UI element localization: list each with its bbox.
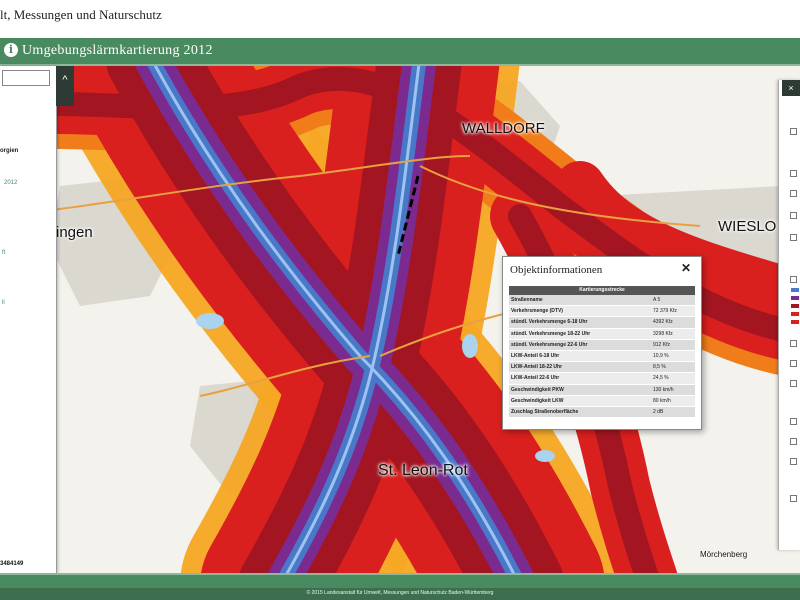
app-title: Umgebungslärmkartierung 2012 (22, 43, 213, 58)
popup-title: Objektinformationen (510, 264, 603, 276)
panel-link[interactable]: 2012 (4, 180, 17, 186)
row-value: 4392 Kfz (653, 319, 673, 326)
layer-checkbox[interactable] (790, 495, 797, 502)
row-key: LKW-Anteil 6-18 Uhr (511, 352, 560, 359)
row-value: 2 dB (653, 408, 664, 415)
layer-checkbox[interactable] (790, 458, 797, 465)
row-value: A 5 (653, 297, 661, 303)
layer-checkbox[interactable] (790, 438, 797, 445)
legend-swatch (791, 320, 799, 324)
layer-checkbox[interactable] (790, 418, 797, 425)
legend-swatch (791, 304, 799, 308)
layer-checkbox[interactable] (790, 380, 797, 387)
row-value: 8,5 % (653, 364, 666, 371)
row-value: 72 379 Kfz (653, 308, 677, 315)
row-key: Geschwindigkeit LKW (511, 397, 564, 404)
table-row: LKW-Anteil 6-18 Uhr 10,9 % (509, 350, 695, 363)
row-value: 912 Kfz (653, 341, 670, 348)
layer-checkbox[interactable] (790, 170, 797, 177)
search-input[interactable] (2, 70, 50, 86)
row-key: stündl. Verkehrsmenge 22-6 Uhr (511, 341, 588, 348)
row-key: LKW-Anteil 22-6 Uhr (511, 375, 560, 382)
table-row: Verkehrsmenge (DTV) 72 379 Kfz (509, 306, 695, 318)
table-row: LKW-Anteil 18-22 Uhr 8,5 % (509, 362, 695, 374)
site-header: lt, Messungen und Naturschutz (0, 0, 800, 38)
layer-checkbox[interactable] (790, 276, 797, 283)
place-label-ingen: ingen (56, 224, 93, 241)
table-row: Straßenname A 5 (509, 295, 695, 307)
table-row: Zuschlag Straßenoberfläche 2 dB (509, 406, 695, 419)
legend-swatch (791, 296, 799, 300)
row-key: stündl. Verkehrsmenge 6-18 Uhr (511, 319, 588, 326)
panel-item-label: orgien (0, 148, 19, 154)
row-key: stündl. Verkehrsmenge 18-22 Uhr (511, 330, 591, 337)
row-value: 3298 Kfz (653, 330, 673, 337)
place-label-st-leon-rot: St. Leon-Rot (378, 462, 468, 479)
row-key: Straßenname (511, 297, 543, 303)
coordinate-readout: 3484149 (0, 561, 24, 567)
legend-swatch (791, 312, 799, 316)
layer-checkbox[interactable] (790, 128, 797, 135)
table-row: Geschwindigkeit LKW 80 km/h (509, 395, 695, 407)
layer-checkbox[interactable] (790, 234, 797, 241)
info-icon[interactable]: i (4, 43, 18, 57)
object-info-table: Kartierungsstrecke Straßenname A 5 Verkehr… (509, 286, 695, 419)
row-value: 80 km/h (653, 397, 671, 404)
row-value: 130 km/h (653, 386, 674, 393)
collapse-panel-button[interactable]: ^ (56, 66, 74, 106)
place-label-wieslo: WIESLO (718, 218, 777, 235)
panel-link[interactable]: ll (2, 300, 5, 306)
panel-link[interactable]: ft (2, 250, 5, 256)
row-key: Zuschlag Straßenoberfläche (511, 408, 579, 415)
close-icon[interactable]: ✕ (681, 262, 691, 274)
row-key: Verkehrsmenge (DTV) (511, 308, 563, 315)
place-label-moerchenberg: Mörchenberg (700, 550, 748, 559)
legend-swatch (791, 288, 799, 292)
layer-panel-left[interactable]: orgien 2012 ft ll (0, 66, 57, 573)
table-row: stündl. Verkehrsmenge 22-6 Uhr 912 Kfz (509, 339, 695, 351)
place-label-walldorf: WALLDORF (462, 120, 545, 137)
table-header: Kartierungsstrecke (509, 286, 695, 295)
site-title: lt, Messungen und Naturschutz (0, 7, 162, 22)
table-row: stündl. Verkehrsmenge 6-18 Uhr 4392 Kfz (509, 317, 695, 329)
layer-checkbox[interactable] (790, 360, 797, 367)
close-legend-button[interactable]: × (782, 80, 800, 96)
layer-checkbox[interactable] (790, 190, 797, 197)
footer-copyright: © 2015 Landesanstalt für Umwelt, Messung… (306, 590, 494, 596)
table-row: stündl. Verkehrsmenge 18-22 Uhr 3298 Kfz (509, 328, 695, 340)
table-row: LKW-Anteil 22-6 Uhr 24,5 % (509, 373, 695, 385)
layer-checkbox[interactable] (790, 340, 797, 347)
row-value: 10,9 % (653, 352, 669, 359)
layer-checkbox[interactable] (790, 212, 797, 219)
row-key: Geschwindigkeit PKW (511, 386, 564, 393)
row-key: LKW-Anteil 18-22 Uhr (511, 364, 563, 371)
object-info-popup: Objektinformationen ✕ Kartierungsstrecke… (502, 256, 702, 430)
row-value: 24,5 % (653, 375, 669, 382)
table-row: Geschwindigkeit PKW 130 km/h (509, 384, 695, 396)
